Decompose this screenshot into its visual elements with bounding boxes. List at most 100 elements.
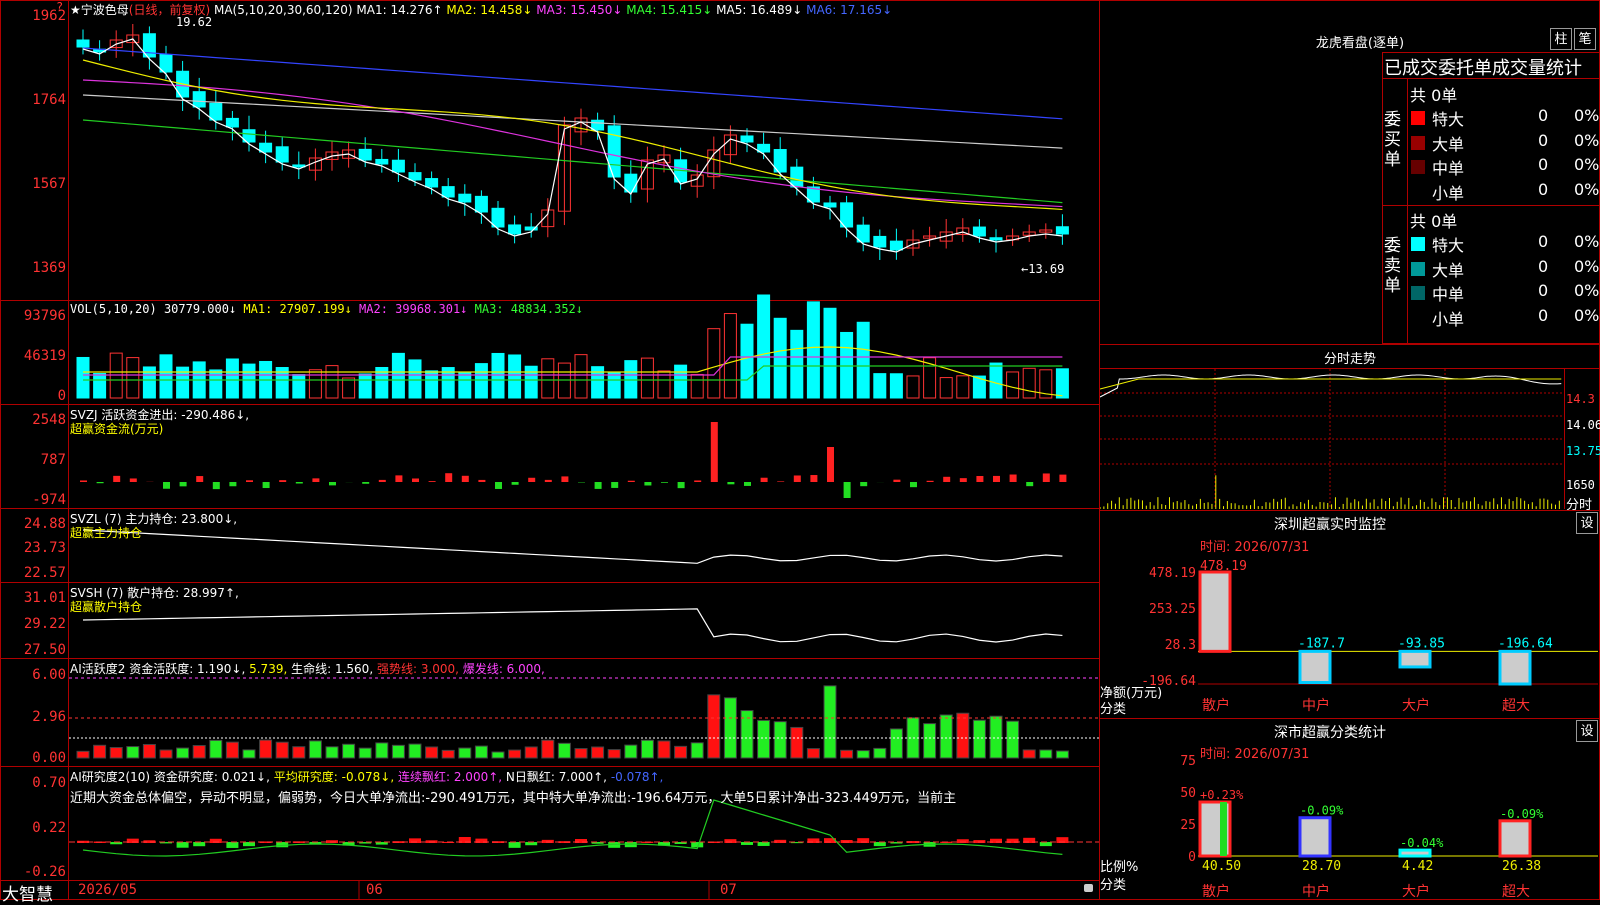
monitor-axis-3: 28.3	[1140, 638, 1196, 653]
ai-active-bar	[442, 750, 454, 758]
stat2-chart: +0.23%40.50散户-0.09%28.70中户-0.04%4.42大户-0…	[1198, 756, 1600, 900]
monitor-cat-label: 超大	[1502, 698, 1530, 712]
svzj-bar	[229, 482, 236, 486]
ai-active-bar	[542, 740, 554, 758]
candle-body	[1056, 227, 1068, 234]
volume-bar	[824, 308, 836, 398]
candle-body	[392, 160, 404, 172]
stat2-title: 深市超赢分类统计	[1250, 722, 1410, 742]
svsh-axis-1: 31.01	[0, 590, 66, 606]
ai-active-bar	[226, 742, 238, 758]
svzj-bar	[1043, 473, 1050, 482]
ai-active-bar	[824, 686, 836, 758]
candle-body	[890, 241, 902, 250]
sell-row-pct: 0%	[1574, 281, 1599, 300]
ai-active-bar	[774, 722, 786, 758]
buy-row-name: 中单	[1432, 155, 1464, 179]
svzj-bar	[561, 476, 568, 482]
svzj-bar	[595, 482, 602, 489]
ai-active-bar	[426, 747, 438, 758]
volume-bar	[509, 355, 521, 398]
stat2-cat-label: 大户	[1402, 883, 1430, 900]
volume-bar	[807, 302, 819, 398]
ai-research-bar	[509, 842, 521, 848]
stat2-change-label: -0.04%	[1400, 836, 1444, 850]
intraday-axis-1: 14.3	[1566, 392, 1595, 406]
stat2-value-label: 28.70	[1302, 859, 1341, 874]
sell-row-name: 特大	[1432, 232, 1464, 256]
main-chart-svg[interactable]	[69, 0, 1100, 900]
lock-icon[interactable]	[1084, 884, 1093, 892]
vol-label: VOL(5,10,20)	[70, 302, 157, 316]
svzj-bar	[246, 480, 253, 482]
svzj-bar	[827, 447, 834, 482]
monitor-cat-label: 大户	[1402, 697, 1430, 712]
buy-row-name: 大单	[1432, 131, 1464, 155]
monitor-bar	[1200, 572, 1230, 651]
sell-row-name: 小单	[1432, 306, 1464, 330]
ma2-line	[83, 60, 1062, 209]
intraday-title: 分时走势	[1300, 348, 1400, 367]
svzj-bar	[927, 481, 934, 482]
ai-active-bar	[193, 746, 205, 758]
ai-active-bar	[525, 747, 537, 758]
svzj-bar	[678, 482, 685, 488]
svzj-bar	[1010, 475, 1017, 482]
tick-view-button[interactable]: 笔	[1574, 28, 1596, 50]
volume-bar	[409, 360, 421, 398]
ai-active-axis-3: 0.00	[0, 750, 66, 766]
volume-bar	[309, 370, 321, 398]
price-axis-4: 1369	[0, 260, 66, 276]
svzj-axis-2: 787	[0, 452, 66, 468]
candle-body	[260, 143, 272, 152]
ai-active-bar	[359, 748, 371, 758]
candle-body	[426, 179, 438, 187]
stat2-settings-button[interactable]: 设	[1576, 720, 1598, 742]
svzj-bar	[130, 478, 137, 482]
ai-active-bar	[973, 720, 985, 758]
ai-research-bar	[542, 840, 554, 843]
intraday-axis-4: 1650	[1566, 478, 1595, 492]
ai-research-bar	[177, 842, 189, 848]
ai-active-bar	[1040, 750, 1052, 758]
ai-active-bar	[1056, 751, 1068, 758]
buy-row-name: 特大	[1432, 106, 1464, 130]
bar-view-button[interactable]: 柱	[1550, 28, 1572, 50]
ai-active-bar	[459, 748, 471, 758]
ai-active-bar	[1023, 750, 1035, 758]
ai-active-bar	[675, 746, 687, 758]
volume-bar	[542, 359, 554, 398]
volume-bar	[492, 353, 504, 398]
ai-active-bar	[243, 750, 255, 758]
volume-bar	[160, 355, 172, 398]
svzj-bar	[943, 477, 950, 482]
intraday-axis-3: 13.75	[1566, 444, 1600, 458]
ai-active-bar	[177, 748, 189, 758]
volume-bar	[293, 375, 305, 398]
volume-bar	[608, 373, 620, 398]
intraday-chart[interactable]	[1100, 369, 1565, 509]
ai-active-bar	[957, 713, 969, 758]
volume-bar	[774, 318, 786, 398]
svzj-bar	[412, 478, 419, 482]
svzj-bar	[844, 482, 851, 498]
svzj-bar	[644, 482, 651, 485]
svzj-bar	[711, 422, 718, 482]
volume-bar	[990, 363, 1002, 398]
monitor-bar	[1300, 651, 1330, 682]
ai-research-last: -0.078↑,	[611, 770, 664, 784]
svzl-sub: 超赢主力持仓	[70, 524, 142, 541]
volume-bar	[459, 373, 471, 398]
svzj-bar	[910, 482, 917, 487]
stat2-unit: 比例%	[1100, 856, 1138, 875]
volume-bar	[359, 374, 371, 398]
ai-research-axis-1: 0.70	[0, 775, 66, 791]
monitor-axis-2: 253.25	[1140, 602, 1196, 617]
brand-logo[interactable]: 大智慧	[2, 880, 53, 905]
candle-body	[77, 40, 89, 47]
sell-row-pct: 0%	[1574, 232, 1599, 251]
monitor-settings-button[interactable]: 设	[1576, 512, 1598, 534]
ai-active-bar	[293, 747, 305, 758]
candle-body	[160, 55, 172, 72]
svzj-bar	[810, 475, 817, 482]
